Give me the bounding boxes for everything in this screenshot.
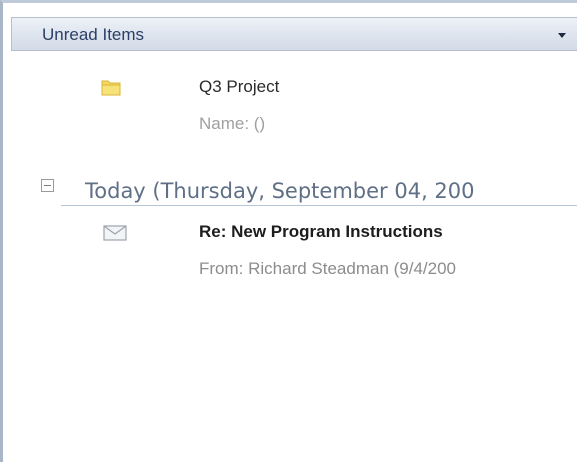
envelope-icon — [103, 225, 127, 241]
item-title: Q3 Project — [199, 77, 280, 96]
group-header[interactable]: Today (Thursday, September 04, 200 — [85, 179, 475, 203]
pane-header[interactable]: Unread Items — [11, 17, 577, 51]
chevron-down-icon[interactable] — [558, 33, 566, 38]
item-subtitle: Name: () — [199, 114, 266, 133]
collapse-icon[interactable] — [41, 179, 54, 192]
group-divider — [61, 205, 577, 206]
pane-title: Unread Items — [42, 25, 145, 44]
folder-icon — [101, 80, 121, 96]
message-subject: Re: New Program Instructions — [199, 222, 443, 241]
unread-items-pane: Unread Items Q3 Project Name: () Today (… — [0, 0, 577, 462]
message-sender: From: Richard Steadman (9/4/200 — [199, 259, 457, 278]
